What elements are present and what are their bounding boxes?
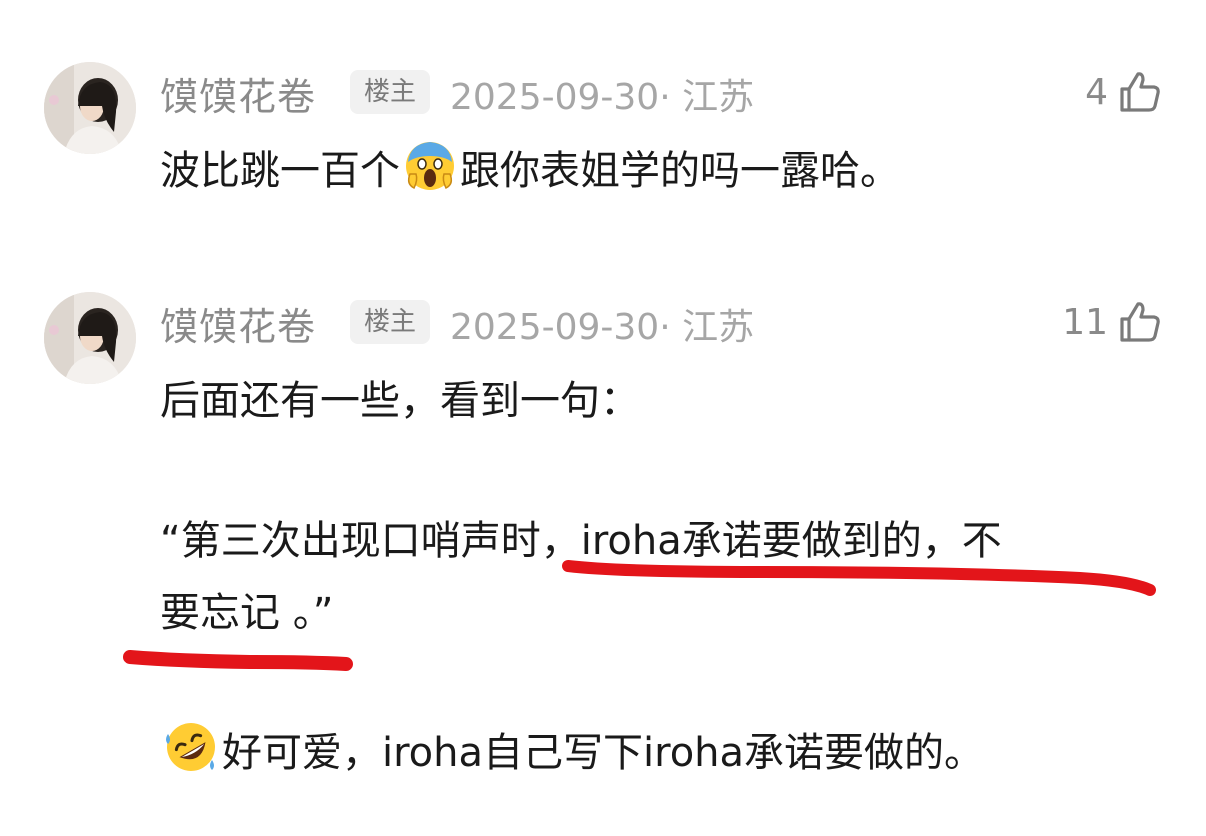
comment-text-line: 后面还有一些，看到一句：	[160, 378, 640, 424]
avatar[interactable]	[44, 62, 136, 154]
screaming-face-emoji-icon	[404, 140, 456, 202]
underline-stroke-2	[123, 650, 353, 671]
username[interactable]: 馍馍花卷	[160, 66, 316, 121]
comment-text-line: 好可爱，iroha自己写下iroha承诺要做的。	[160, 720, 984, 784]
comment-thread: 馍馍花卷 楼主 2025-09-30· 江苏 4 波比跳一百个 跟你表姐学的吗一…	[0, 0, 1206, 836]
comment-quote-line: “第三次出现口哨声时，iroha承诺要做到的，不	[160, 518, 1002, 564]
rolling-on-floor-laughing-emoji-icon	[164, 720, 218, 784]
comment-text: 波比跳一百个 跟你表姐学的吗一露哈。	[160, 138, 900, 202]
like-button[interactable]: 4	[1085, 62, 1162, 122]
avatar[interactable]	[44, 292, 136, 384]
comment-meta: 2025-09-30· 江苏	[450, 307, 755, 348]
comment-quote-line: 要忘记 。”	[160, 590, 334, 636]
comment-text-part: 跟你表姐学的吗一露哈。	[460, 148, 900, 194]
comment-text-part: 波比跳一百个	[160, 148, 400, 194]
thumbs-up-icon	[1116, 299, 1162, 345]
like-button[interactable]: 11	[1062, 292, 1162, 352]
like-count: 4	[1085, 71, 1108, 113]
op-badge: 楼主	[350, 300, 431, 344]
underline-stroke-1	[562, 560, 1156, 596]
username[interactable]: 馍馍花卷	[160, 296, 316, 351]
comment-text-part: 好可爱，iroha自己写下iroha承诺要做的。	[222, 730, 985, 776]
op-badge: 楼主	[350, 70, 431, 114]
like-count: 11	[1062, 301, 1108, 343]
thumbs-up-icon	[1116, 69, 1162, 115]
comment-meta: 2025-09-30· 江苏	[450, 77, 755, 118]
